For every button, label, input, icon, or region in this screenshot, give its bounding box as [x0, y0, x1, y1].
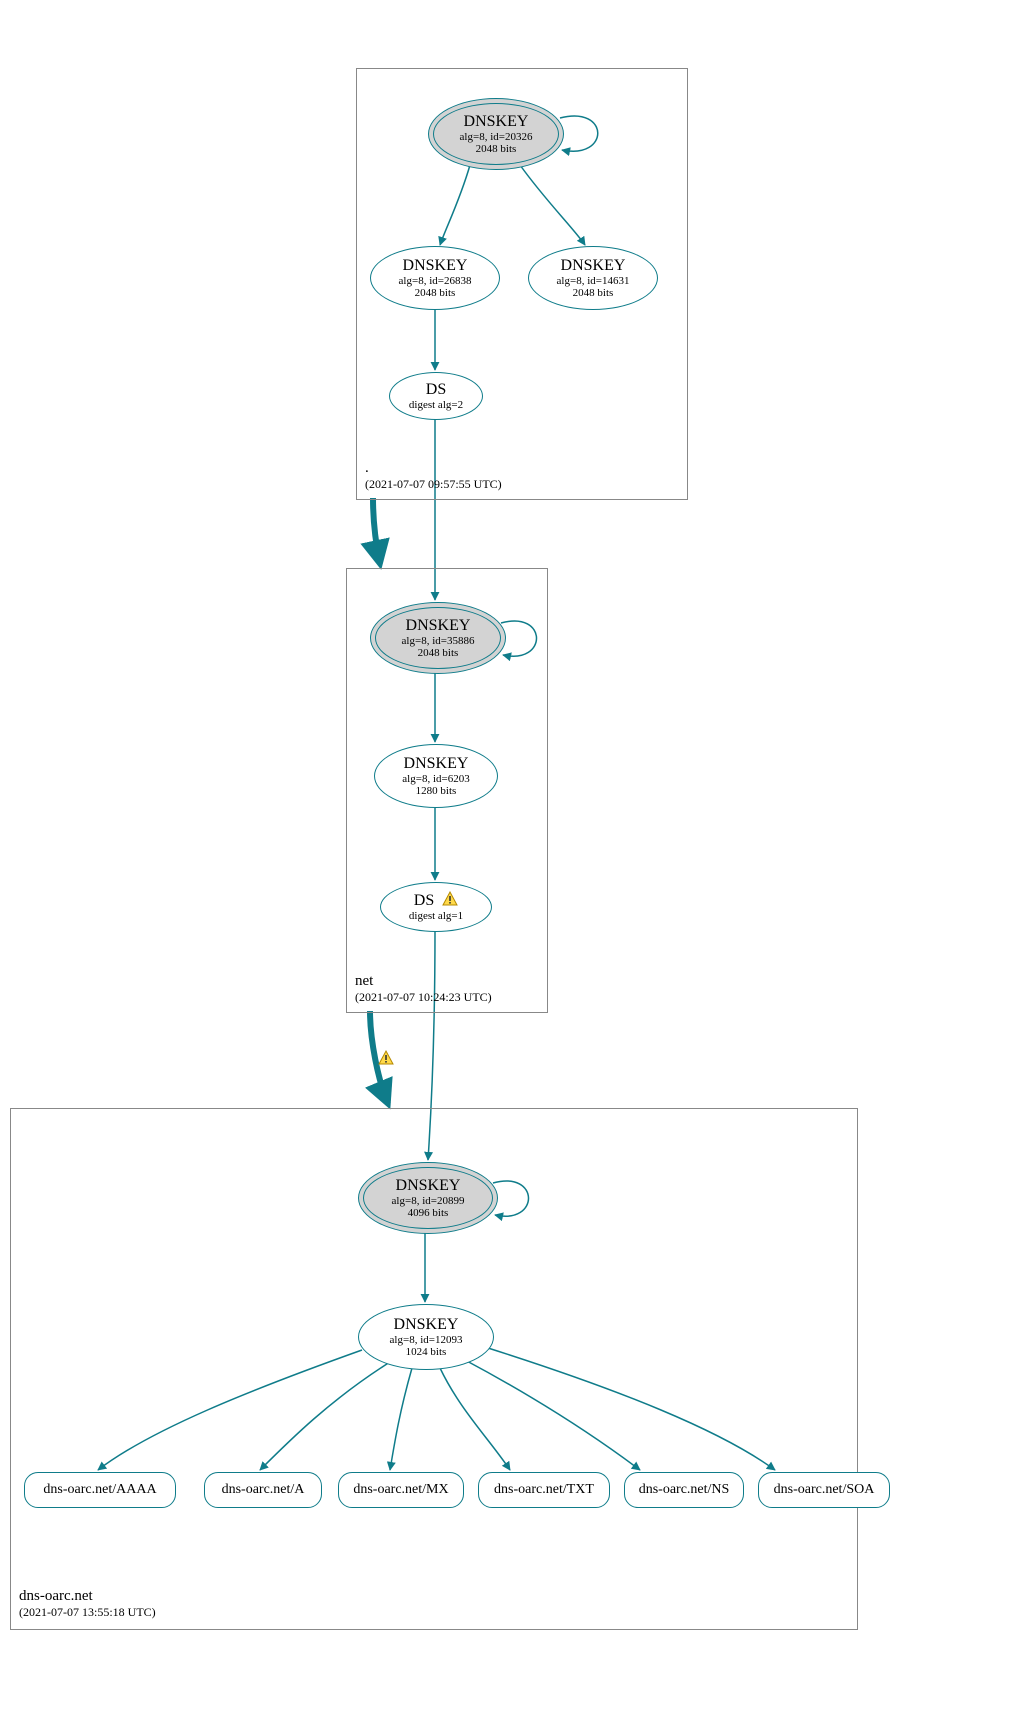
node-sub2: 2048 bits [418, 647, 459, 659]
node-sub2: 2048 bits [415, 287, 456, 299]
node-title: DNSKEY [406, 617, 471, 635]
zone-time-dnsoarc: (2021-07-07 13:55:18 UTC) [19, 1605, 156, 1619]
node-net-ksk: DNSKEY alg=8, id=35886 2048 bits [370, 602, 506, 674]
node-net-zsk: DNSKEY alg=8, id=6203 1280 bits [374, 744, 498, 808]
rr-soa: dns-oarc.net/SOA [758, 1472, 890, 1508]
node-sub1: alg=8, id=20899 [392, 1195, 465, 1207]
node-root-ds: DS digest alg=2 [389, 372, 483, 420]
zone-name-net: net [355, 972, 492, 990]
node-title: DNSKEY [404, 755, 469, 773]
rr-label: dns-oarc.net/AAAA [43, 1482, 156, 1498]
rr-ns: dns-oarc.net/NS [624, 1472, 744, 1508]
rr-label: dns-oarc.net/SOA [774, 1482, 875, 1498]
rr-txt: dns-oarc.net/TXT [478, 1472, 610, 1508]
node-leaf-ksk: DNSKEY alg=8, id=20899 4096 bits [358, 1162, 498, 1234]
zone-name-root: . [365, 459, 502, 477]
node-sub2: 1280 bits [416, 785, 457, 797]
rr-mx: dns-oarc.net/MX [338, 1472, 464, 1508]
node-sub1: alg=8, id=26838 [399, 275, 472, 287]
rr-a: dns-oarc.net/A [204, 1472, 322, 1508]
node-sub1: alg=8, id=12093 [390, 1334, 463, 1346]
zone-time-net: (2021-07-07 10:24:23 UTC) [355, 990, 492, 1004]
node-sub1: digest alg=1 [409, 910, 463, 922]
node-leaf-zsk: DNSKEY alg=8, id=12093 1024 bits [358, 1304, 494, 1370]
node-sub2: 4096 bits [408, 1207, 449, 1219]
rr-label: dns-oarc.net/NS [639, 1482, 730, 1498]
rr-label: dns-oarc.net/MX [353, 1482, 448, 1498]
node-title: DNSKEY [561, 257, 626, 275]
node-root-zsk1: DNSKEY alg=8, id=26838 2048 bits [370, 246, 500, 310]
node-sub1: digest alg=2 [409, 399, 463, 411]
node-net-ds: DS digest alg=1 [380, 882, 492, 932]
node-title: DNSKEY [464, 113, 529, 131]
node-sub1: alg=8, id=20326 [460, 131, 533, 143]
node-title: DNSKEY [403, 257, 468, 275]
node-sub2: 2048 bits [573, 287, 614, 299]
node-root-zsk2: DNSKEY alg=8, id=14631 2048 bits [528, 246, 658, 310]
node-title: DNSKEY [394, 1316, 459, 1334]
node-root-ksk: DNSKEY alg=8, id=20326 2048 bits [428, 98, 564, 170]
node-title: DNSKEY [396, 1177, 461, 1195]
warning-icon [442, 892, 458, 909]
node-sub2: 2048 bits [476, 143, 517, 155]
rr-label: dns-oarc.net/TXT [494, 1482, 594, 1498]
node-sub2: 1024 bits [406, 1346, 447, 1358]
node-sub1: alg=8, id=35886 [402, 635, 475, 647]
rr-label: dns-oarc.net/A [222, 1482, 305, 1498]
rr-aaaa: dns-oarc.net/AAAA [24, 1472, 176, 1508]
zone-name-dnsoarc: dns-oarc.net [19, 1587, 156, 1605]
zone-time-root: (2021-07-07 09:57:55 UTC) [365, 477, 502, 491]
node-title: DS [426, 381, 446, 399]
node-title: DS [414, 892, 434, 909]
node-sub1: alg=8, id=14631 [557, 275, 630, 287]
node-sub1: alg=8, id=6203 [402, 773, 469, 785]
